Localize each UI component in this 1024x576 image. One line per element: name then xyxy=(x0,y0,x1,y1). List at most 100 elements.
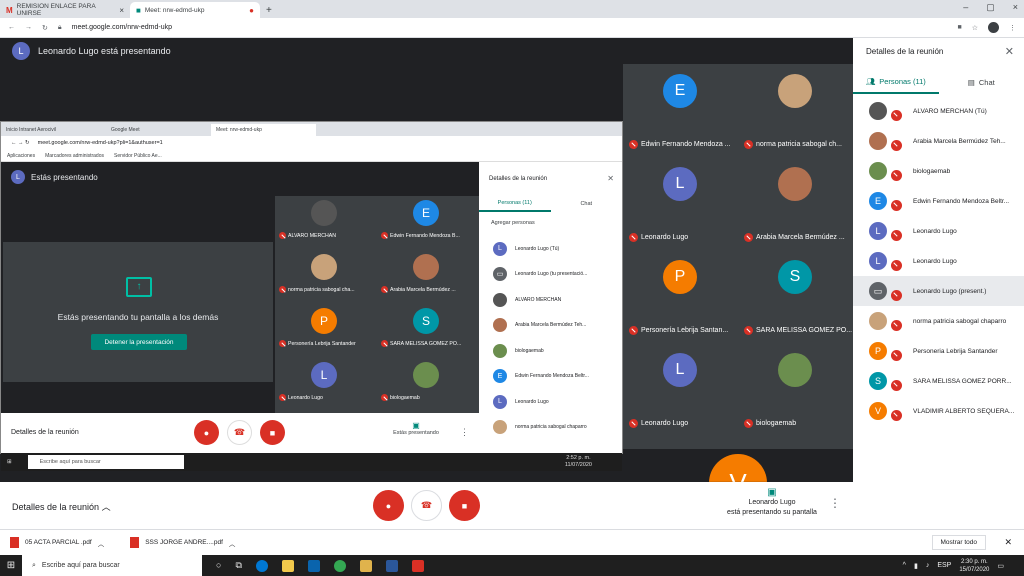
shared-participant-grid: ALVARO MERCHAN E Edwin Fernando Mendoza B.… xyxy=(275,196,479,414)
present-icon: ▣ xyxy=(767,487,777,498)
participant-tile[interactable]: norma patricia sabogal ch... xyxy=(738,64,853,154)
maximize-icon[interactable]: ▢ xyxy=(986,2,995,13)
mic-off-icon xyxy=(891,260,902,271)
participant-tile[interactable]: P Personería Lebrija Santan... xyxy=(623,250,738,340)
camera-off-button[interactable]: ■ xyxy=(449,490,480,521)
back-icon[interactable]: ← xyxy=(8,24,15,31)
windows-icon[interactable]: ⊞ xyxy=(0,560,22,571)
forward-icon[interactable]: → xyxy=(25,24,32,31)
list-item[interactable]: ▭ Leonardo Lugo (present.) xyxy=(853,276,1024,306)
volume-icon[interactable]: ♪ xyxy=(926,562,930,569)
participant-name: Edwin Fernando Mendoza ... xyxy=(629,140,739,149)
browser-tab-meet[interactable]: ■ Meet: nrw-edmd-ukp ● xyxy=(130,2,260,18)
browser-tab-gmail[interactable]: M REMISION ENLACE PARA UNIRSE × xyxy=(0,2,130,18)
folder-icon[interactable] xyxy=(359,559,372,572)
word-icon[interactable] xyxy=(385,559,398,572)
list-item[interactable]: norma patricia sabogal chaparro xyxy=(853,306,1024,336)
participant-tile[interactable]: Arabia Marcela Bermúdez ... xyxy=(738,157,853,247)
list-item[interactable]: L Leonardo Lugo xyxy=(853,246,1024,276)
avatar xyxy=(493,420,507,435)
menu-icon[interactable]: ⋮ xyxy=(1009,24,1016,32)
presenting-box: ↑ Estás presentando tu pantalla a los de… xyxy=(3,242,273,382)
lock-icon[interactable]: 🔒︎ xyxy=(58,24,62,32)
download-item[interactable]: SSS JORGE ANDRE....pdf ︿ xyxy=(130,537,235,548)
participant-tile: L Leonardo Lugo xyxy=(275,358,377,412)
avatar xyxy=(493,318,507,333)
avatar: E xyxy=(869,192,887,210)
new-tab-button[interactable]: + xyxy=(260,5,278,18)
chevron-up-icon[interactable]: ^ xyxy=(903,562,906,569)
download-item[interactable]: 05 ACTA PARCIAL .pdf ︿ xyxy=(10,537,104,548)
list-item[interactable]: S SARA MELISSA GOMEZ PORR... xyxy=(853,366,1024,396)
mic-off-icon: ● xyxy=(194,420,219,445)
close-icon[interactable]: ✕ xyxy=(1005,45,1014,58)
network-icon[interactable]: ▮ xyxy=(914,562,918,570)
profile-avatar[interactable] xyxy=(988,22,999,33)
hangup-button[interactable]: ☎ xyxy=(411,490,442,521)
minimize-icon[interactable]: – xyxy=(963,2,968,13)
list-item[interactable]: ALVARO MERCHAN (Tú) xyxy=(853,96,1024,126)
participant-name: Edwin Fernando Mendoza B... xyxy=(381,232,481,239)
reload-icon[interactable]: ↻ xyxy=(42,24,48,32)
mic-off-icon xyxy=(629,419,638,428)
avatar: V xyxy=(869,402,887,420)
mic-off-icon xyxy=(381,232,388,239)
edge-icon[interactable] xyxy=(255,559,268,572)
hangup-icon: ☎ xyxy=(227,420,252,445)
meeting-details-button[interactable]: Detalles de la reunión ︿ xyxy=(12,500,111,513)
list-item[interactable]: Arabia Marcela Bermúdez Teh... xyxy=(853,126,1024,156)
show-all-button[interactable]: Mostrar todo xyxy=(931,535,986,550)
avatar: L xyxy=(11,170,25,184)
mic-off-icon xyxy=(891,140,902,151)
list-item[interactable]: L Leonardo Lugo xyxy=(853,216,1024,246)
clock[interactable]: 2:30 p. m. 15/07/2020 xyxy=(959,558,989,574)
close-icon[interactable]: ● xyxy=(249,6,254,15)
participant-tile[interactable]: L Leonardo Lugo xyxy=(623,157,738,247)
shared-people-list: L Leonardo Lugo (Tú) ▭ Leonardo Lugo (tu pr… xyxy=(479,236,622,440)
presenter-text: Leonardo Lugo está presentando xyxy=(38,46,171,56)
present-icon: ▣ xyxy=(412,421,420,430)
participant-tile[interactable]: E Edwin Fernando Mendoza ... xyxy=(623,64,738,154)
close-icon[interactable]: ✕ xyxy=(1004,537,1012,548)
participant-grid: E Edwin Fernando Mendoza ... norma patrici… xyxy=(623,64,853,449)
avatar xyxy=(493,343,507,358)
participant-tile[interactable]: L Leonardo Lugo xyxy=(623,343,738,433)
mic-off-icon xyxy=(891,230,902,241)
chevron-up-icon[interactable]: ︿ xyxy=(98,538,105,548)
mic-off-icon xyxy=(744,419,753,428)
language-indicator[interactable]: ESP xyxy=(937,562,951,569)
file-explorer-icon[interactable] xyxy=(281,559,294,572)
url-field[interactable]: meet.google.com/nrw-edmd-ukp xyxy=(72,24,172,31)
gmail-icon: M xyxy=(6,5,13,15)
tab-people[interactable]: 👥︎ Personas (11) xyxy=(853,70,939,94)
acrobat-icon[interactable] xyxy=(411,559,424,572)
bookmarks-bar: Aplicaciones Marcadores administrados Se… xyxy=(1,150,622,162)
mic-off-button[interactable]: ● xyxy=(373,490,404,521)
taskbar-search[interactable]: ⌕ Escribe aquí para buscar xyxy=(22,555,202,576)
list-item[interactable]: biologaemab xyxy=(853,156,1024,186)
camera-icon[interactable]: ■ xyxy=(957,24,961,31)
task-view-icon[interactable]: ⧉ xyxy=(235,560,241,572)
notifications-icon[interactable]: ▭ xyxy=(997,562,1004,570)
chrome-icon[interactable] xyxy=(333,559,346,572)
shared-details-panel: Detalles de la reunión ✕ Personas (11) C… xyxy=(479,162,622,453)
list-item[interactable]: V VLADIMIR ALBERTO SEQUERA... xyxy=(853,396,1024,426)
more-options-icon[interactable]: ⋮ xyxy=(829,496,841,510)
mail-icon[interactable] xyxy=(307,559,320,572)
close-window-icon[interactable]: × xyxy=(1013,2,1018,13)
participant-tile[interactable]: biologaemab xyxy=(738,343,853,433)
close-icon[interactable]: × xyxy=(119,6,124,15)
avatar xyxy=(311,254,337,280)
cortana-icon[interactable]: ○ xyxy=(216,560,221,572)
list-item[interactable]: P Personeria Lebrija Santander xyxy=(853,336,1024,366)
tab-label: Meet: nrw-edmd-ukp xyxy=(144,6,205,14)
tab-chat[interactable]: ▤ Chat xyxy=(939,70,1024,94)
list-item[interactable]: E Edwin Fernando Mendoza Beltr... xyxy=(853,186,1024,216)
presenting-indicator[interactable]: ▣ Leonardo Lugo está presentando su pant… xyxy=(720,488,824,518)
participant-name: norma patricia sabogal cha... xyxy=(279,286,379,293)
present-screen-icon: ↑ xyxy=(126,277,152,297)
participant-tile: biologaemab xyxy=(377,358,479,412)
star-icon[interactable]: ☆ xyxy=(972,24,978,32)
participant-tile[interactable]: S SARA MELISSA GOMEZ PO... xyxy=(738,250,853,340)
chevron-up-icon[interactable]: ︿ xyxy=(229,538,236,548)
